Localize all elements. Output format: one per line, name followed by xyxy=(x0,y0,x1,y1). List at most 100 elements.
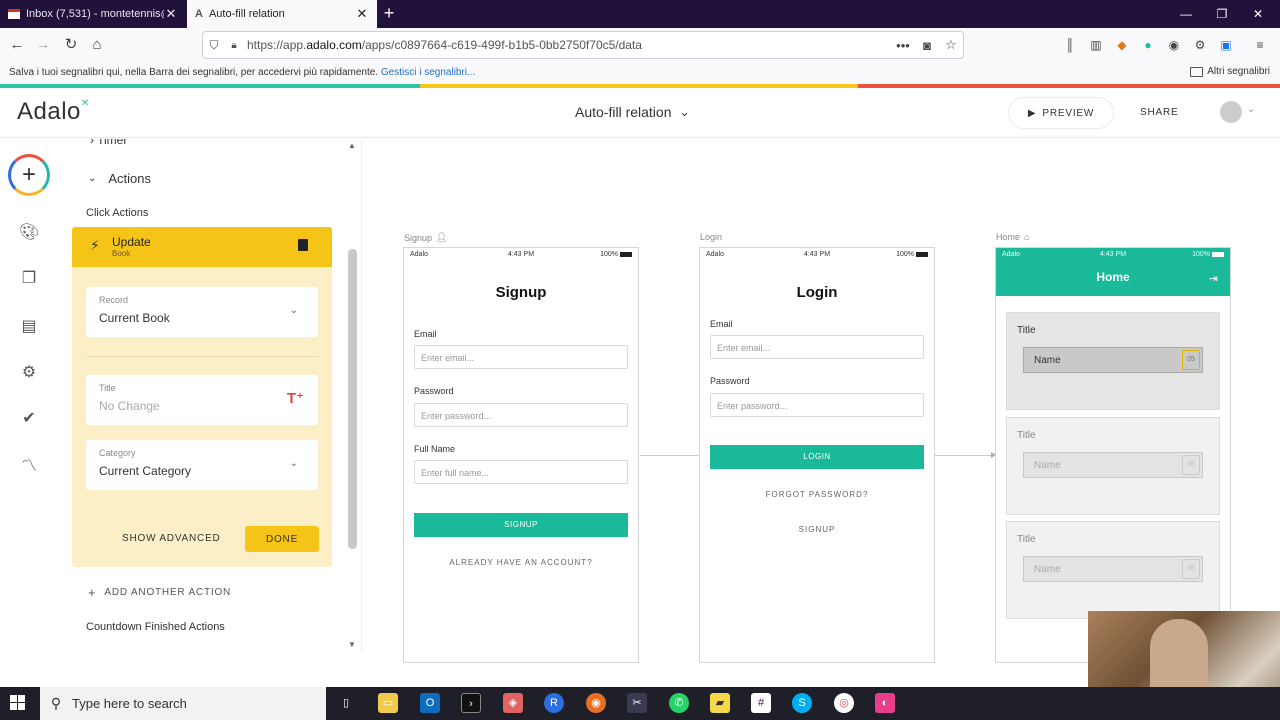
publish-icon[interactable]: ✔ xyxy=(19,409,39,429)
password-input[interactable]: Enter password... xyxy=(710,393,924,417)
category-select[interactable]: Category Current Category ⌄ xyxy=(86,440,318,490)
analytics-icon[interactable]: 〽 xyxy=(19,457,39,477)
title-field[interactable]: Title No Change T⁺ xyxy=(86,375,318,425)
signup-link[interactable]: SIGNUP xyxy=(700,525,934,534)
plus-icon: + xyxy=(88,585,97,600)
calendar-icon[interactable]: ▣ xyxy=(1218,37,1234,53)
snip-icon[interactable]: ✂ xyxy=(627,693,647,713)
add-another-action-button[interactable]: + ADD ANOTHER ACTION xyxy=(88,585,231,600)
signup-button[interactable]: SIGNUP xyxy=(414,513,628,537)
action-header[interactable]: ⚡︎ Update Book xyxy=(72,227,332,267)
pocket-icon[interactable]: ◙ xyxy=(915,38,939,53)
bookmark-star-icon[interactable]: ☆ xyxy=(939,37,963,53)
record-select[interactable]: Record Current Book ⌄ xyxy=(86,287,318,337)
scroll-down-icon[interactable]: ▼ xyxy=(346,640,358,649)
screen-home[interactable]: Adalo 4:43 PM 100% Home ⇥ Title Name 05 … xyxy=(995,247,1231,663)
close-window-icon[interactable]: ✕ xyxy=(1240,0,1276,28)
whatsapp-icon[interactable]: ✆ xyxy=(669,693,689,713)
skype-icon[interactable]: S xyxy=(792,693,812,713)
app-canvas[interactable]: Signup 👤︎ Adalo 4:43 PM 100% Signup Email… xyxy=(362,139,1280,687)
forward-icon[interactable]: → xyxy=(32,34,54,56)
grammarly-icon[interactable]: ● xyxy=(1140,37,1156,53)
slack-icon[interactable]: # xyxy=(751,693,771,713)
more-icon[interactable]: ••• xyxy=(891,38,915,53)
email-input[interactable]: Enter email... xyxy=(414,345,628,369)
lock-icon[interactable]: 🔒︎ xyxy=(225,40,243,51)
login-button[interactable]: LOGIN xyxy=(710,445,924,469)
reload-icon[interactable]: ↻ xyxy=(60,34,82,56)
screen-label-home[interactable]: Home ⌂ xyxy=(996,232,1029,242)
url-text[interactable]: https://app.adalo.com/apps/c0897664-c619… xyxy=(243,38,891,52)
url-bar[interactable]: ⛉ 🔒︎ https://app.adalo.com/apps/c0897664… xyxy=(202,31,964,59)
media-app-icon[interactable]: ◐ xyxy=(875,693,895,713)
list-item[interactable]: Title Name 05 xyxy=(1006,521,1220,619)
already-have-account-link[interactable]: ALREADY HAVE AN ACCOUNT? xyxy=(404,558,638,567)
name-field[interactable]: Name 05 xyxy=(1023,347,1203,373)
chevron-down-icon[interactable]: ⌄ xyxy=(1247,104,1255,115)
preview-button[interactable]: ▶ PREVIEW xyxy=(1008,97,1114,129)
app-title-dropdown[interactable]: Auto-fill relation ⌄ xyxy=(575,104,690,120)
screens-icon[interactable]: ❐ xyxy=(19,269,39,289)
panel-scrollbar[interactable]: ▲ ▼ xyxy=(346,139,358,651)
close-tab-icon[interactable]: ✕ xyxy=(164,6,178,22)
name-field[interactable]: Name 05 xyxy=(1023,556,1203,582)
r-app-icon[interactable]: R xyxy=(544,693,564,713)
screen-signup[interactable]: Adalo 4:43 PM 100% Signup Email Enter em… xyxy=(403,247,639,663)
avatar[interactable] xyxy=(1220,101,1242,123)
adalo-logo[interactable]: Adalo✕ xyxy=(17,98,90,126)
shield-icon[interactable]: ⛉ xyxy=(203,38,225,53)
account-icon[interactable]: ◉ xyxy=(1166,37,1182,53)
terminal-icon[interactable]: › xyxy=(461,693,481,713)
home-icon[interactable]: ⌂ xyxy=(86,34,108,56)
trash-icon[interactable] xyxy=(298,239,308,251)
add-component-button[interactable]: + xyxy=(8,154,50,196)
actions-section-toggle[interactable]: ⌄ Actions xyxy=(88,171,151,186)
new-tab-button[interactable]: + xyxy=(380,4,398,24)
lightning-icon: ⚡︎ xyxy=(90,237,100,253)
screen-label-login[interactable]: Login xyxy=(700,232,722,242)
fullname-input[interactable]: Enter full name... xyxy=(414,460,628,484)
browser-tab-bar: Inbox (7,531) - montetennis@g ✕ A Auto-f… xyxy=(0,0,1280,28)
menu-icon[interactable]: ≡ xyxy=(1252,37,1268,53)
outlook-icon[interactable]: O xyxy=(420,693,440,713)
database-icon[interactable]: ▤ xyxy=(19,317,39,337)
other-bookmarks[interactable]: Altri segnalibri xyxy=(1190,66,1270,77)
tab-auto-fill-relation[interactable]: A Auto-fill relation ✕ xyxy=(187,0,377,28)
done-button[interactable]: DONE xyxy=(245,526,319,552)
settings-icon[interactable]: ⚙ xyxy=(19,363,39,383)
taskbar-search-input[interactable]: ⚲ Type here to search xyxy=(40,687,326,720)
restore-icon[interactable]: ❐ xyxy=(1204,0,1240,28)
scroll-up-icon[interactable]: ▲ xyxy=(346,141,358,150)
email-input[interactable]: Enter email... xyxy=(710,335,924,359)
windows-start-icon[interactable] xyxy=(10,695,26,711)
list-item[interactable]: Title Name 05 xyxy=(1006,312,1220,410)
screen-login[interactable]: Adalo 4:43 PM 100% Login Email Enter ema… xyxy=(699,247,935,663)
scrollbar-thumb[interactable] xyxy=(348,249,357,549)
file-explorer-icon[interactable]: ▭ xyxy=(378,693,398,713)
task-view-icon[interactable]: ▯ xyxy=(336,693,356,713)
close-tab-icon[interactable]: ✕ xyxy=(355,6,369,22)
app-icon[interactable]: ◈ xyxy=(503,693,523,713)
list-item[interactable]: Title Name 05 xyxy=(1006,417,1220,515)
sticky-notes-icon[interactable]: ▰ xyxy=(710,693,730,713)
share-button[interactable]: SHARE xyxy=(1140,107,1178,118)
minimize-icon[interactable]: — xyxy=(1168,0,1204,28)
manage-bookmarks-link[interactable]: Gestisci i segnalibri... xyxy=(381,67,475,78)
firefox-icon[interactable]: ◉ xyxy=(586,693,606,713)
back-icon[interactable]: ← xyxy=(6,34,28,56)
timer-section[interactable]: › Timer xyxy=(90,139,127,147)
screen-label-signup[interactable]: Signup 👤︎ xyxy=(404,232,447,243)
name-field[interactable]: Name 05 xyxy=(1023,452,1203,478)
forgot-password-link[interactable]: FORGOT PASSWORD? xyxy=(700,490,934,499)
sidebar-icon[interactable]: ▥ xyxy=(1088,37,1104,53)
chrome-icon[interactable]: ◎ xyxy=(834,693,854,713)
tab-gmail-inbox[interactable]: Inbox (7,531) - montetennis@g ✕ xyxy=(0,0,186,28)
palette-icon[interactable]: 🎨︎ xyxy=(19,223,39,243)
magic-text-icon[interactable]: T⁺ xyxy=(287,389,304,407)
metamask-icon[interactable]: ◆ xyxy=(1114,37,1130,53)
library-icon[interactable]: ║ xyxy=(1062,37,1078,53)
show-advanced-button[interactable]: SHOW ADVANCED xyxy=(122,533,221,544)
logout-icon[interactable]: ⇥ xyxy=(1209,272,1218,285)
password-input[interactable]: Enter password... xyxy=(414,403,628,427)
extension-icon[interactable]: ⚙ xyxy=(1192,37,1208,53)
